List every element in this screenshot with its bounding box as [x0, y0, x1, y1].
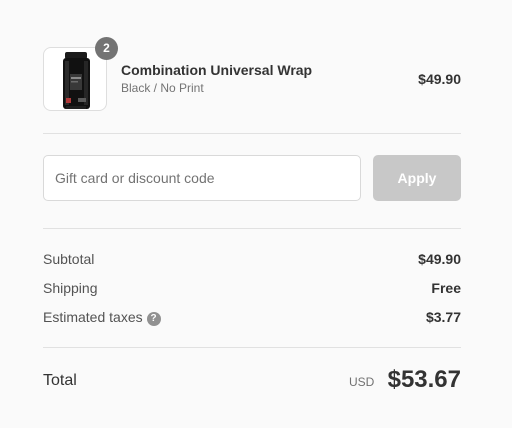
- shipping-line: Shipping Free: [43, 280, 461, 298]
- product-variant: Black / No Print: [121, 81, 204, 95]
- total-amount: $53.67: [387, 366, 461, 393]
- shipping-label: Shipping: [43, 280, 98, 296]
- line-item: 2 Combination Universal Wrap Black / No …: [43, 37, 461, 111]
- product-name: Combination Universal Wrap: [121, 62, 313, 78]
- subtotal-label: Subtotal: [43, 251, 95, 267]
- quantity-badge: 2: [95, 37, 118, 60]
- question-circle-icon[interactable]: ?: [146, 312, 161, 326]
- taxes-value: $3.77: [425, 309, 461, 325]
- discount-code-input[interactable]: [43, 155, 361, 201]
- product-price: $49.90: [418, 71, 461, 87]
- divider: [43, 347, 461, 348]
- product-thumbnail: 2: [43, 37, 118, 111]
- product-image: [63, 52, 90, 109]
- total-label: Total: [43, 372, 77, 389]
- divider: [43, 133, 461, 134]
- currency-code: USD: [349, 375, 375, 389]
- subtotal-value: $49.90: [418, 251, 461, 267]
- shipping-value: Free: [431, 280, 461, 296]
- apply-discount-button[interactable]: Apply: [373, 155, 461, 201]
- taxes-label: Estimated taxes: [43, 309, 143, 325]
- divider: [43, 228, 461, 229]
- taxes-label-wrap: Estimated taxes?: [43, 309, 161, 326]
- order-summary: 2 Combination Universal Wrap Black / No …: [0, 0, 512, 428]
- subtotal-line: Subtotal $49.90: [43, 251, 461, 269]
- taxes-line: Estimated taxes? $3.77: [43, 309, 461, 327]
